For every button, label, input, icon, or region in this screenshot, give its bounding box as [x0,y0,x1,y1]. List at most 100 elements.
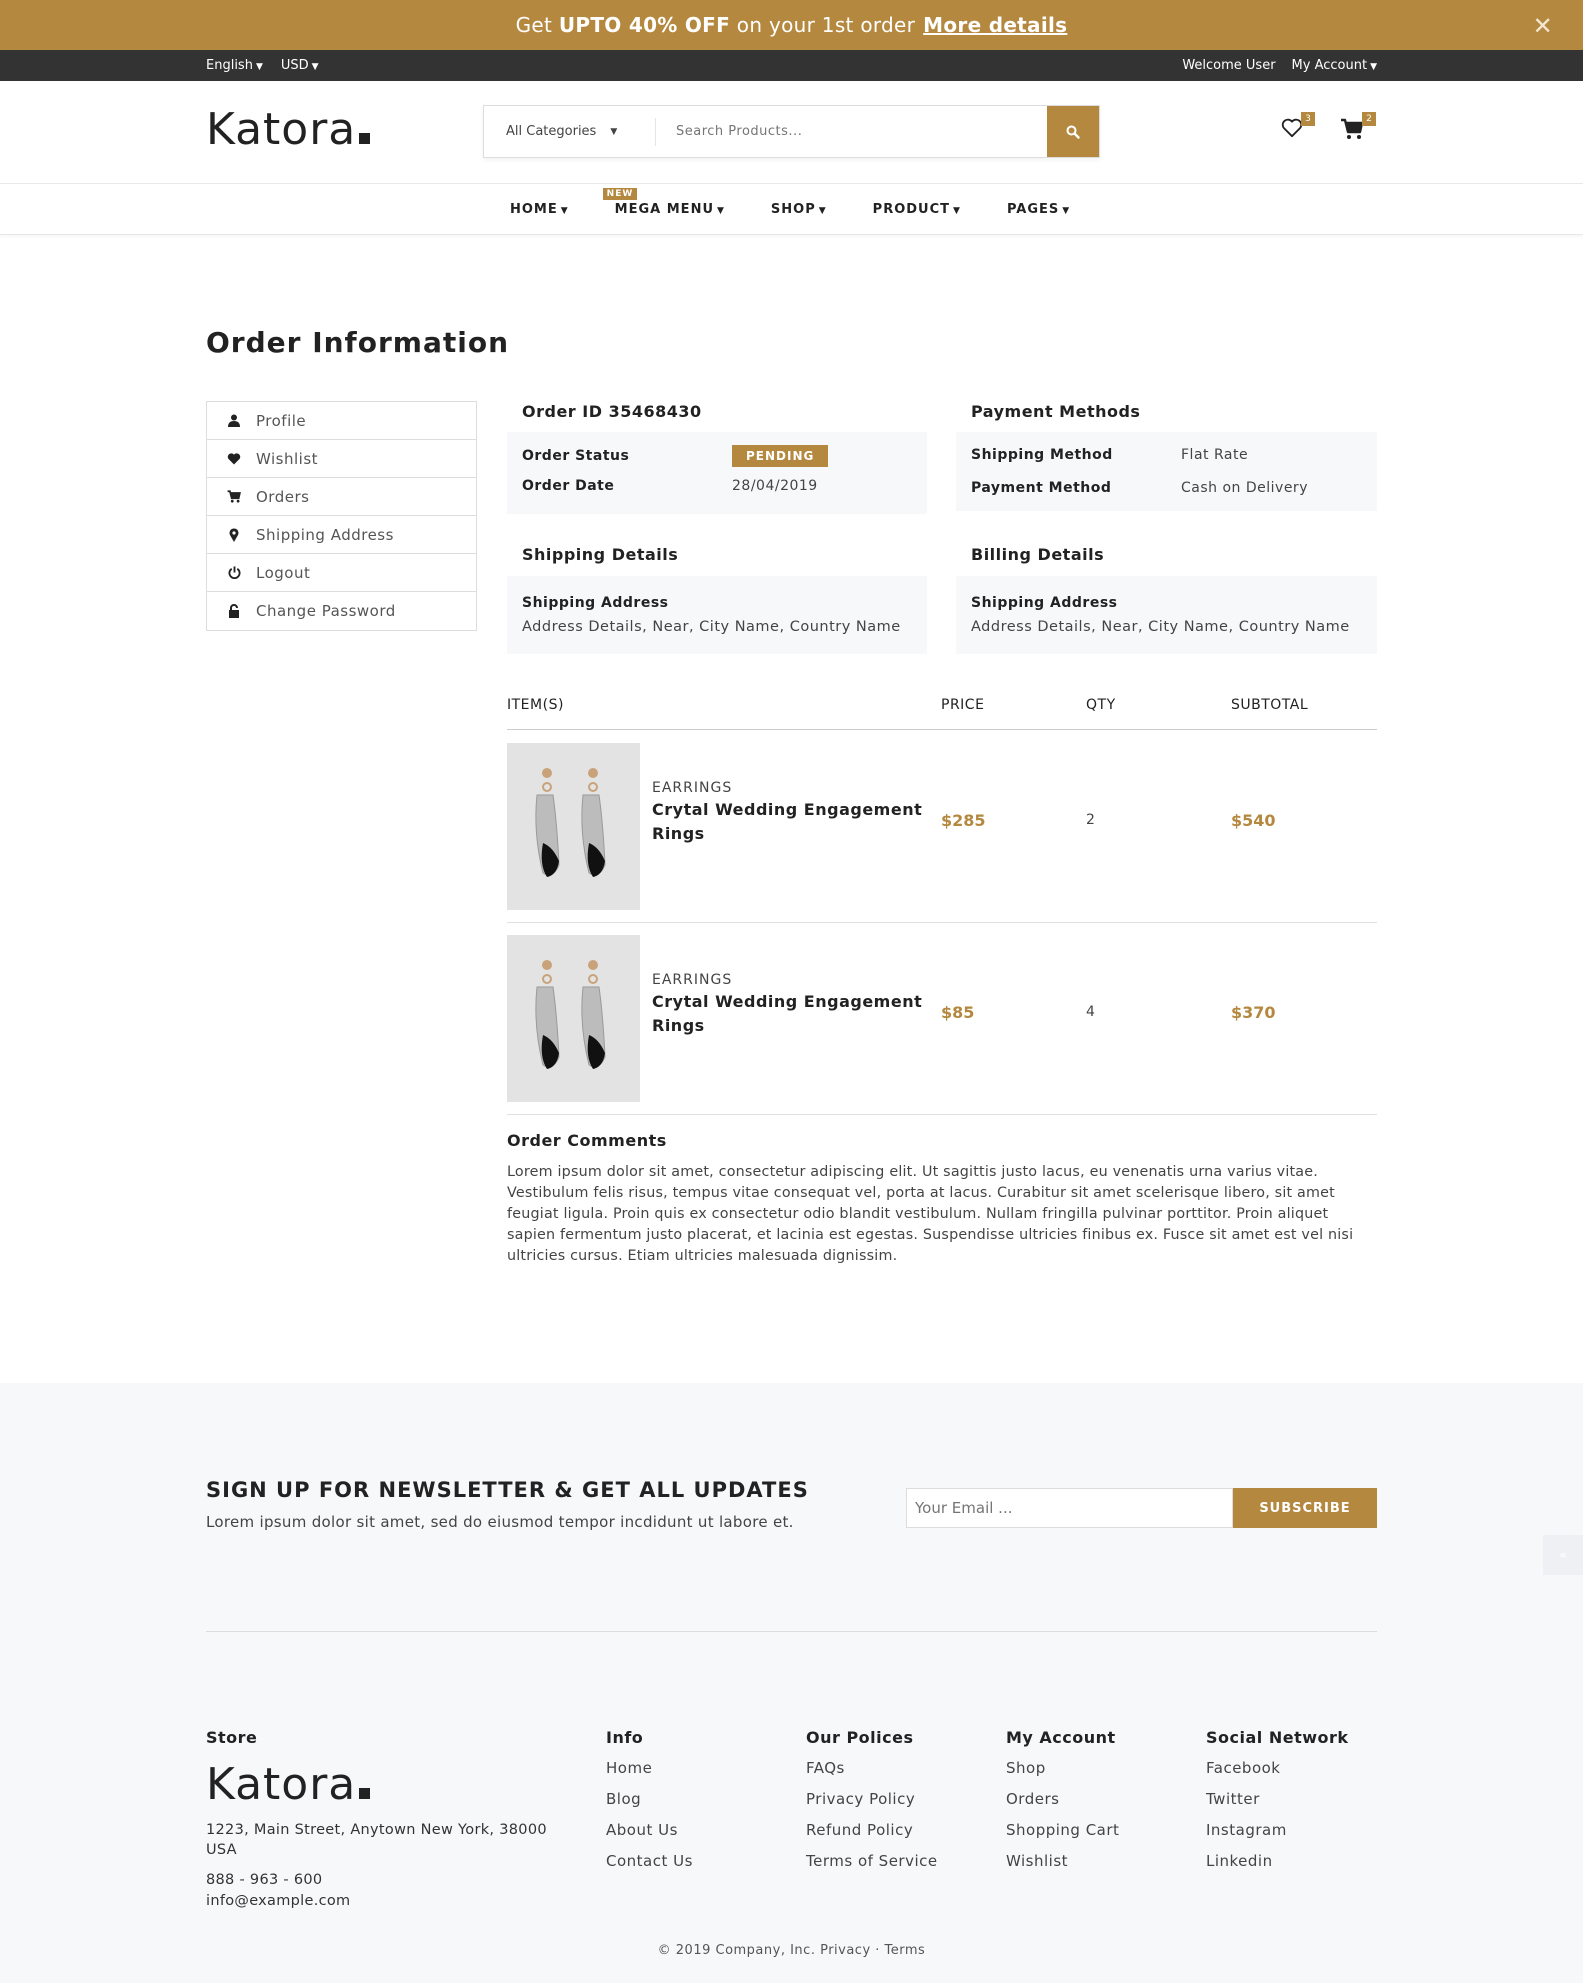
shipping-method-row: Shipping Method Flat Rate [971,438,1362,471]
footer-link-home[interactable]: Home [606,1759,693,1790]
shipping-details-box: Shipping Address Address Details, Near, … [507,576,927,654]
shipping-method-label: Shipping Method [971,446,1113,463]
billing-details-box: Shipping Address Address Details, Near, … [956,576,1377,654]
sidebar-item-label: Orders [256,487,310,506]
logo-dot [359,1788,371,1799]
col-price: PRICE [941,697,985,713]
product-qty: 4 [1086,1004,1095,1020]
sidebar-item-logout[interactable]: Logout [207,554,476,592]
footer-link-shop[interactable]: Shop [1006,1759,1119,1790]
footer-link-orders[interactable]: Orders [1006,1790,1119,1821]
close-icon[interactable]: ✕ [1533,12,1553,40]
order-id-title: Order ID 35468430 [522,402,702,421]
floating-side-tab[interactable]: « [1543,1535,1583,1575]
billing-address-value: Address Details, Near, City Name, Countr… [971,619,1350,635]
chevron-down-icon: ▼ [610,126,618,137]
sidebar-item-change-password[interactable]: Change Password [207,592,476,630]
product-subtotal: $540 [1231,811,1276,830]
payment-method-row: Payment Method Cash on Delivery [971,471,1362,504]
promo-prefix: Get [515,13,553,37]
email-field[interactable] [906,1488,1233,1528]
footer-social: Social Network Facebook Twitter Instagra… [1206,1728,1349,1883]
chevron-down-icon: ▼ [1062,206,1071,216]
search-button[interactable] [1047,106,1099,157]
cart-button[interactable]: 2 [1340,112,1376,144]
product-name[interactable]: Crytal Wedding Engagement Rings [652,990,932,1038]
sidebar-item-shipping-address[interactable]: Shipping Address [207,516,476,554]
shipping-address-label: Shipping Address [522,594,669,611]
payment-method-label: Payment Method [971,479,1112,496]
product-subtotal: $370 [1231,1003,1276,1022]
currency-selector[interactable]: USD ▼ [281,58,319,73]
table-row: EARRINGS Crytal Wedding Engagement Rings… [507,923,1377,1115]
site-logo[interactable]: Katora [206,104,371,155]
footer-link-refund-policy[interactable]: Refund Policy [806,1821,938,1852]
order-status-label: Order Status [522,447,630,464]
footer-link-contact-us[interactable]: Contact Us [606,1852,693,1883]
power-icon [226,566,242,579]
account-sidebar: Profile Wishlist Orders Shipping Address… [206,401,477,631]
footer-link-blog[interactable]: Blog [606,1790,693,1821]
my-account-menu[interactable]: My Account ▼ [1292,58,1377,73]
nav-item-product[interactable]: PRODUCT ▼ [873,202,961,217]
footer-link-wishlist[interactable]: Wishlist [1006,1852,1119,1883]
order-date-value: 28/04/2019 [732,478,818,494]
sidebar-item-orders[interactable]: Orders [207,478,476,516]
nav-item-pages[interactable]: PAGES ▼ [1007,202,1070,217]
earrings-icon [535,768,606,877]
copyright: © 2019 Company, Inc. Privacy · Terms [657,1943,926,1958]
store-phone: 888 - 963 - 600 [206,1872,323,1888]
logo-text: Katora [206,1759,357,1810]
cart-count-badge: 2 [1362,112,1376,126]
sidebar-item-label: Logout [256,563,311,582]
main-nav: HOME ▼ NEW MEGA MENU ▼ SHOP ▼ PRODUCT ▼ PAGES… [0,183,1583,235]
sidebar-item-label: Profile [256,411,307,430]
store-address: 1223, Main Street, Anytown New York, 380… [206,1822,547,1858]
footer-link-twitter[interactable]: Twitter [1206,1790,1349,1821]
store-email[interactable]: info@example.com [206,1891,566,1912]
wishlist-button[interactable]: 3 [1281,112,1315,142]
newsletter-subtitle: Lorem ipsum dolor sit amet, sed do eiusm… [206,1513,794,1531]
nav-label: PRODUCT [872,202,951,217]
nav-item-home[interactable]: HOME ▼ [510,202,569,217]
promo-more-details-link[interactable]: More details [923,13,1067,37]
earrings-icon [535,960,606,1069]
items-table-header: ITEM(S) PRICE QTY SUBTOTAL [507,697,1377,730]
wishlist-count-badge: 3 [1301,112,1315,126]
cart-icon [226,490,242,503]
language-selector[interactable]: English ▼ [206,58,263,73]
footer-link-privacy-policy[interactable]: Privacy Policy [806,1790,938,1821]
subscribe-button[interactable]: SUBSCRIBE [1233,1488,1377,1528]
heart-icon [1281,118,1303,138]
sidebar-item-wishlist[interactable]: Wishlist [207,440,476,478]
order-date-label: Order Date [522,478,615,494]
nav-label: MEGA MENU [614,202,714,217]
product-price: $285 [941,811,986,830]
sidebar-item-profile[interactable]: Profile [207,402,476,440]
footer-link-about-us[interactable]: About Us [606,1821,693,1852]
logo-dot [359,133,371,144]
product-image[interactable] [507,743,640,910]
search-icon [1066,125,1080,139]
col-qty: QTY [1086,697,1116,713]
footer-link-terms-of-service[interactable]: Terms of Service [806,1852,938,1883]
footer-link-facebook[interactable]: Facebook [1206,1759,1349,1790]
welcome-text: Welcome User [1182,58,1276,73]
page-title: Order Information [206,326,510,359]
footer-link-linkedin[interactable]: Linkedin [1206,1852,1349,1883]
product-image[interactable] [507,935,640,1102]
search-input[interactable] [656,106,1047,157]
category-select[interactable]: All Categories ▼ [484,117,656,146]
product-name[interactable]: Crytal Wedding Engagement Rings [652,798,932,846]
nav-item-mega-menu[interactable]: NEW MEGA MENU ▼ [602,188,725,217]
shipping-method-value: Flat Rate [1181,446,1249,463]
nav-label: HOME [510,202,558,217]
footer-link-faqs[interactable]: FAQs [806,1759,938,1790]
logo-text: Katora [206,104,357,155]
footer-link-shopping-cart[interactable]: Shopping Cart [1006,1821,1119,1852]
nav-item-shop[interactable]: SHOP ▼ [771,202,827,217]
footer-logo[interactable]: Katora [206,1759,566,1810]
footer-link-instagram[interactable]: Instagram [1206,1821,1349,1852]
billing-details-title: Billing Details [971,545,1105,564]
product-category: EARRINGS [652,780,733,796]
